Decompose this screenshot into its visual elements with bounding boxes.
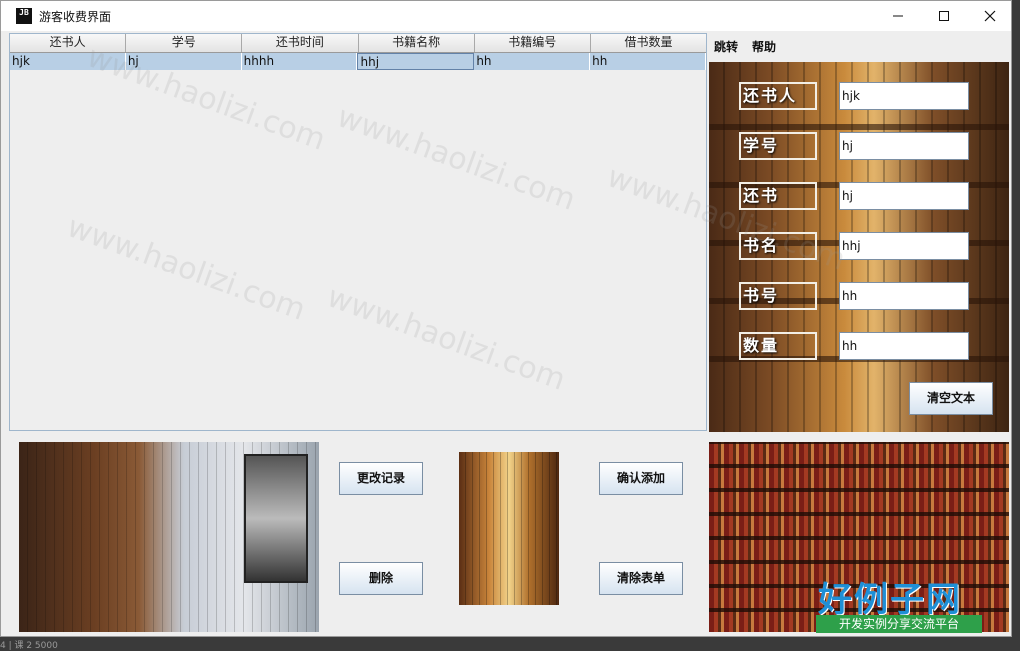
student-id-input[interactable]: hj bbox=[839, 132, 969, 160]
column-header-book-id[interactable]: 书籍编号 bbox=[475, 34, 591, 52]
modify-record-button[interactable]: 更改记录 bbox=[339, 462, 423, 495]
return-time-input[interactable]: hj bbox=[839, 182, 969, 210]
delete-button[interactable]: 删除 bbox=[339, 562, 423, 595]
label-book-id: 书号 bbox=[739, 282, 817, 310]
column-header-book-name[interactable]: 书籍名称 bbox=[359, 34, 475, 52]
bookstore-image-center bbox=[459, 452, 559, 605]
label-return: 还书 bbox=[739, 182, 817, 210]
title-bar: JB 游客收费界面 bbox=[1, 1, 1011, 31]
form-panel: 还书人 hjk 学号 hj 还书 hj 书名 hhj 书号 hh 数量 hh 清… bbox=[709, 62, 1009, 432]
close-button[interactable] bbox=[967, 1, 1011, 31]
table-row[interactable]: hjk hj hhhh hhj hh hh bbox=[10, 53, 706, 70]
site-logo: 好例子网 开发实例分享交流平台 bbox=[816, 572, 984, 636]
maximize-button[interactable] bbox=[921, 1, 967, 31]
table-cell[interactable]: hhhh bbox=[242, 53, 358, 70]
maximize-icon bbox=[939, 11, 949, 21]
table-cell[interactable]: hh bbox=[590, 53, 706, 70]
returner-input[interactable]: hjk bbox=[839, 82, 969, 110]
column-header-returner[interactable]: 还书人 bbox=[10, 34, 127, 52]
column-header-return-time[interactable]: 还书时间 bbox=[242, 34, 359, 52]
table-cell[interactable]: hjk bbox=[10, 53, 126, 70]
logo-sub-text: 开发实例分享交流平台 bbox=[816, 615, 982, 633]
close-icon bbox=[984, 10, 996, 22]
bookshelf-image-left bbox=[19, 442, 319, 632]
quantity-input[interactable]: hh bbox=[839, 332, 969, 360]
app-window: JB 游客收费界面 还书人 学号 还书时间 书籍名称 书籍编号 借书数量 hjk… bbox=[0, 0, 1012, 637]
column-header-student-id[interactable]: 学号 bbox=[126, 34, 243, 52]
logo-main-text: 好例子网 bbox=[818, 580, 962, 620]
book-id-input[interactable]: hh bbox=[839, 282, 969, 310]
table-cell-focused[interactable]: hhj bbox=[357, 53, 475, 70]
minimize-icon bbox=[893, 15, 903, 17]
clear-text-button[interactable]: 清空文本 bbox=[909, 382, 993, 415]
table-cell[interactable]: hh bbox=[474, 53, 591, 70]
table-header: 还书人 学号 还书时间 书籍名称 书籍编号 借书数量 bbox=[10, 34, 706, 53]
shelf-decoration bbox=[709, 124, 1009, 130]
app-icon: JB bbox=[16, 8, 32, 24]
book-name-input[interactable]: hhj bbox=[839, 232, 969, 260]
label-book-name: 书名 bbox=[739, 232, 817, 260]
menu-jump[interactable]: 跳转 bbox=[714, 38, 738, 55]
menu-bar: 跳转 帮助 bbox=[714, 38, 776, 55]
menu-help[interactable]: 帮助 bbox=[752, 38, 776, 55]
confirm-add-button[interactable]: 确认添加 bbox=[599, 462, 683, 495]
clear-form-button[interactable]: 清除表单 bbox=[599, 562, 683, 595]
records-table[interactable]: 还书人 学号 还书时间 书籍名称 书籍编号 借书数量 hjk hj hhhh h… bbox=[9, 33, 707, 431]
window-title: 游客收费界面 bbox=[39, 10, 112, 24]
minimize-button[interactable] bbox=[875, 1, 921, 31]
label-quantity: 数量 bbox=[739, 332, 817, 360]
table-cell[interactable]: hj bbox=[126, 53, 242, 70]
label-student-id: 学号 bbox=[739, 132, 817, 160]
poster-decoration bbox=[244, 454, 308, 583]
label-returner: 还书人 bbox=[739, 82, 817, 110]
column-header-quantity[interactable]: 借书数量 bbox=[591, 34, 706, 52]
